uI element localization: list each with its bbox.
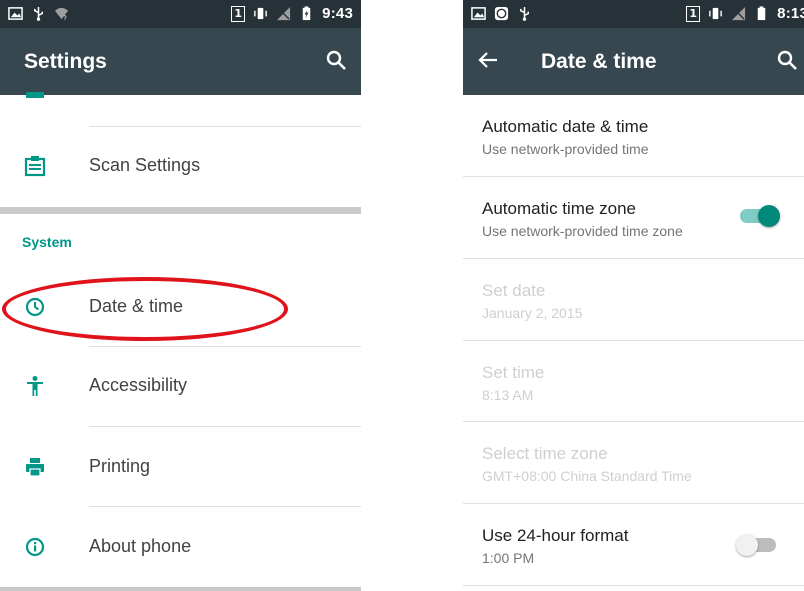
info-icon <box>25 537 45 557</box>
highlight-ellipse <box>2 277 288 341</box>
image-notification-icon <box>8 7 23 20</box>
pref-summary: 8:13 AM <box>482 387 534 403</box>
pref-summary: 1:00 PM <box>482 550 535 566</box>
pref-title: Select time zone <box>482 444 608 463</box>
status-time: 9:43 <box>322 5 353 22</box>
settings-item-label: About phone <box>89 536 192 556</box>
search-icon[interactable] <box>776 49 798 71</box>
vibrate-icon <box>254 7 267 20</box>
date-time-screen: 1 8:13 Date & time Automatic date & time… <box>463 0 804 591</box>
status-time: 8:13 <box>777 5 804 22</box>
vibrate-icon <box>709 7 722 20</box>
svg-text:?: ? <box>63 14 67 21</box>
app-notification-icon <box>494 6 509 21</box>
pref-title: Set date <box>482 281 546 300</box>
status-bar: 1 8:13 <box>463 0 804 28</box>
settings-item-label: Printing <box>89 456 151 476</box>
battery-charging-icon <box>302 6 311 21</box>
switch-thumb <box>758 205 780 227</box>
usb-icon <box>520 6 529 21</box>
pref-summary: Use network-provided time <box>482 141 649 157</box>
sim-slot-indicator: 1 <box>686 5 701 22</box>
battery-icon <box>757 6 766 21</box>
automatic-time-zone-switch[interactable] <box>740 205 780 227</box>
pref-summary: GMT+08:00 China Standard Time <box>482 468 692 484</box>
settings-item-scan-settings[interactable]: Scan Settings <box>0 127 361 205</box>
page-title: Date & time <box>541 50 657 73</box>
pref-use-24-hour-format[interactable]: Use 24-hour format 1:00 PM <box>463 504 804 586</box>
settings-item-label: Accessibility <box>89 375 188 395</box>
app-bar: Date & time <box>463 28 804 95</box>
wifi-no-internet-icon: ? <box>54 7 69 21</box>
no-signal-icon <box>277 6 291 21</box>
pref-summary: January 2, 2015 <box>482 305 583 321</box>
settings-item-printing[interactable]: Printing <box>0 427 361 507</box>
printer-icon <box>26 458 44 477</box>
image-notification-icon <box>471 7 486 20</box>
section-divider <box>0 207 361 214</box>
pref-title: Use 24-hour format <box>482 526 629 545</box>
pref-title: Automatic time zone <box>482 199 637 218</box>
scanner-icon <box>24 156 46 177</box>
section-header-system: System <box>22 234 72 250</box>
pref-automatic-time-zone[interactable]: Automatic time zone Use network-provided… <box>463 177 804 259</box>
usb-icon <box>34 6 43 21</box>
list-item-partial[interactable] <box>0 92 361 127</box>
accessibility-icon <box>27 376 43 396</box>
settings-item-about-phone[interactable]: About phone <box>0 507 361 587</box>
pref-set-time[interactable]: Set time 8:13 AM <box>463 341 804 422</box>
status-bar: ? 1 9:43 <box>0 0 361 28</box>
section-divider <box>0 587 361 591</box>
settings-item-label: Scan Settings <box>89 155 201 175</box>
pref-title: Set time <box>482 363 545 382</box>
settings-screen: ? 1 9:43 Settings Scan Settings System D… <box>0 0 361 591</box>
sim-slot-indicator: 1 <box>231 5 246 22</box>
settings-item-accessibility[interactable]: Accessibility <box>0 347 361 427</box>
pref-set-date[interactable]: Set date January 2, 2015 <box>463 259 804 341</box>
pref-select-time-zone[interactable]: Select time zone GMT+08:00 China Standar… <box>463 422 804 504</box>
use-24-hour-format-switch[interactable] <box>736 534 776 556</box>
back-arrow-icon[interactable] <box>477 49 499 71</box>
page-title: Settings <box>24 50 107 73</box>
search-icon[interactable] <box>325 49 347 71</box>
pref-title: Automatic date & time <box>482 117 649 136</box>
partial-item-icon <box>26 92 44 98</box>
switch-thumb <box>736 534 758 556</box>
app-bar: Settings <box>0 28 361 95</box>
pref-summary: Use network-provided time zone <box>482 223 683 239</box>
pref-automatic-date-time[interactable]: Automatic date & time Use network-provid… <box>463 95 804 177</box>
no-signal-icon <box>732 6 746 21</box>
